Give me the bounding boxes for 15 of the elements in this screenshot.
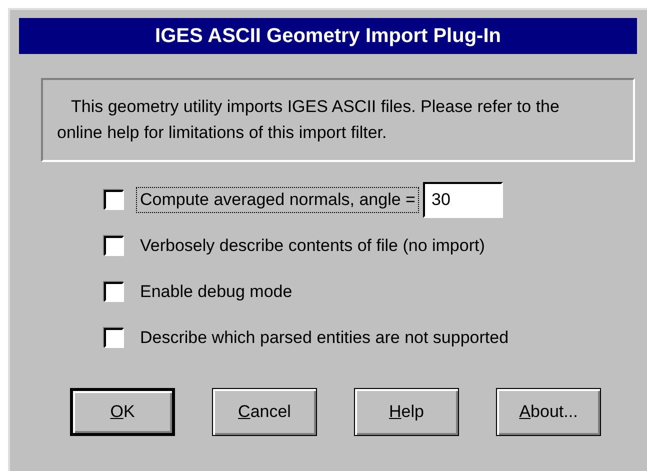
checkbox[interactable] (104, 236, 124, 256)
checkbox-label[interactable]: Describe which parsed entities are not supported (136, 325, 513, 351)
description-text: This geometry utility imports IGES ASCII files. Please refer to the online help for limitations of this import filter. (41, 78, 635, 162)
checkbox[interactable] (104, 190, 124, 210)
checkbox[interactable] (104, 282, 124, 302)
dialog-button[interactable]: Cancel (212, 388, 317, 436)
checkbox-label[interactable]: Verbosely describe contents of file (no import) (136, 233, 489, 259)
checkbox-label[interactable]: Enable debug mode (136, 279, 296, 305)
angle-field[interactable]: 30 (423, 182, 504, 218)
dialog-button[interactable]: OK (70, 388, 175, 436)
checkbox[interactable] (104, 328, 124, 348)
window-title: IGES ASCII Geometry Import Plug-In (19, 18, 637, 54)
checkbox-label[interactable]: Compute averaged normals, angle = (136, 187, 420, 213)
dialog-button[interactable]: Help (354, 388, 459, 436)
dialog-button[interactable]: About... (496, 388, 601, 436)
